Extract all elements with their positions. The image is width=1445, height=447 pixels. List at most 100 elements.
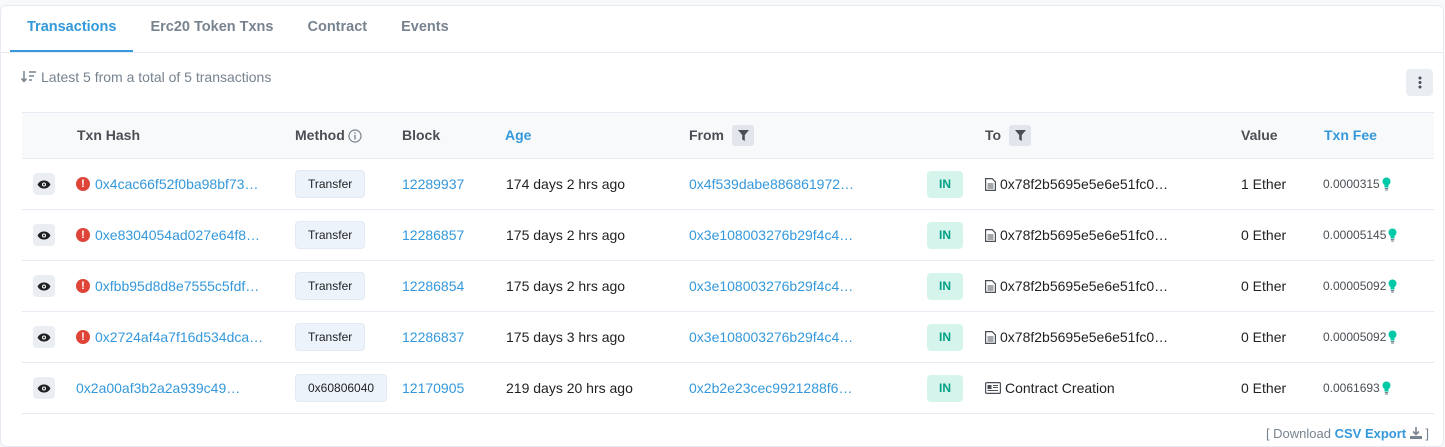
txn-hash-link[interactable]: 0x2724af4a7f16d534dca…: [95, 329, 263, 345]
value-text: 0 Ether: [1241, 329, 1287, 345]
method-badge: Transfer: [295, 221, 366, 249]
document-icon: [985, 279, 996, 293]
csv-export-label: CSV Export: [1334, 426, 1407, 441]
txn-fee-text: 0.00005092: [1323, 330, 1387, 344]
txn-fee-text: 0.00005145: [1323, 228, 1387, 242]
transactions-card: Transactions Erc20 Token Txns Contract E…: [0, 5, 1444, 447]
from-address-link[interactable]: 0x3e108003276b29f4c4…: [689, 227, 853, 243]
txn-fee-text: 0.0061693: [1323, 381, 1380, 395]
eye-icon: [37, 231, 51, 239]
download-footer: [ Download CSV Export ]: [1266, 426, 1429, 441]
age-text: 175 days 3 hrs ago: [506, 329, 626, 345]
table-header: Txn Hash Method Block Age From To Value …: [22, 112, 1434, 159]
eye-icon: [37, 282, 51, 290]
tab-erc20-token-txns[interactable]: Erc20 Token Txns: [133, 6, 290, 52]
document-icon: [985, 177, 996, 191]
from-address-link[interactable]: 0x3e108003276b29f4c4…: [689, 278, 853, 294]
to-address: 0x78f2b5695e5e6e51fc0…: [1000, 278, 1169, 294]
document-icon: [985, 228, 996, 242]
txn-hash-link[interactable]: 0xfbb95d8d8e7555c5fdf…: [95, 278, 259, 294]
txn-hash-link[interactable]: 0xe8304054ad027e64f8…: [95, 227, 260, 243]
col-block: Block: [402, 127, 441, 143]
view-details-button[interactable]: [33, 326, 55, 348]
gas-bulb-icon[interactable]: [1388, 330, 1397, 344]
method-badge: 0x60806040: [295, 374, 388, 402]
method-badge: Transfer: [295, 170, 366, 198]
direction-badge: IN: [927, 272, 963, 300]
gas-bulb-icon[interactable]: [1382, 177, 1391, 191]
view-details-button[interactable]: [33, 275, 55, 297]
col-from-label: From: [689, 127, 724, 143]
from-address-link[interactable]: 0x2b2e23cec9921288f6…: [689, 380, 852, 396]
error-icon: !: [76, 279, 90, 293]
col-to: To: [985, 113, 1032, 158]
block-link[interactable]: 12286857: [402, 227, 464, 243]
error-icon: !: [76, 228, 90, 242]
table-row: ! 0xe8304054ad027e64f8… Transfer 12286857 17…: [22, 210, 1434, 261]
value-text: 0 Ether: [1241, 380, 1287, 396]
col-method: Method: [295, 113, 362, 158]
eye-icon: [37, 333, 51, 341]
csv-export-link[interactable]: CSV Export: [1335, 426, 1426, 441]
error-icon: !: [76, 177, 90, 191]
from-filter-button[interactable]: [732, 125, 754, 146]
txn-hash-link[interactable]: 0x2a00af3b2a2a939c49…: [76, 380, 240, 396]
error-icon: !: [76, 330, 90, 344]
age-text: 175 days 2 hrs ago: [506, 227, 626, 243]
method-badge: Transfer: [295, 323, 366, 351]
from-address-link[interactable]: 0x4f539dabe886861972…: [689, 176, 854, 192]
direction-badge: IN: [927, 323, 963, 351]
col-value: Value: [1241, 127, 1278, 143]
col-age[interactable]: Age: [505, 113, 531, 158]
info-icon[interactable]: [348, 128, 362, 143]
age-text: 175 days 2 hrs ago: [506, 278, 626, 294]
block-link[interactable]: 12286837: [402, 329, 464, 345]
value-text: 0 Ether: [1241, 227, 1287, 243]
value-text: 1 Ether: [1241, 176, 1287, 192]
eye-icon: [37, 180, 51, 188]
col-txn-hash: Txn Hash: [77, 127, 141, 143]
document-icon: [985, 330, 996, 344]
transactions-summary: Latest 5 from a total of 5 transactions: [21, 69, 271, 85]
filter-icon: [1014, 130, 1026, 141]
col-txn-fee[interactable]: Txn Fee: [1324, 113, 1377, 158]
gas-bulb-icon[interactable]: [1388, 279, 1397, 293]
tab-transactions[interactable]: Transactions: [10, 6, 134, 52]
filter-icon: [737, 130, 749, 141]
download-suffix: ]: [1425, 426, 1429, 441]
sort-descending-icon: [21, 71, 36, 83]
to-filter-button[interactable]: [1009, 125, 1032, 146]
transactions-table: Txn Hash Method Block Age From To Value …: [22, 112, 1434, 414]
col-to-label: To: [985, 127, 1002, 143]
tab-divider: [1, 52, 1443, 53]
txn-fee-text: 0.00005092: [1323, 279, 1387, 293]
download-prefix: [ Download: [1265, 426, 1331, 441]
block-link[interactable]: 12286854: [402, 278, 464, 294]
table-row: 0x2a00af3b2a2a939c49… 0x60806040 12170905 2…: [22, 363, 1434, 414]
table-row: ! 0x2724af4a7f16d534dca… Transfer 12286837 1…: [22, 312, 1434, 363]
gas-bulb-icon[interactable]: [1388, 228, 1397, 242]
table-row: ! 0x4cac66f52f0ba98bf73… Transfer 12289937 1…: [22, 159, 1434, 210]
summary-text: Latest 5 from a total of 5 transactions: [41, 69, 272, 85]
view-details-button[interactable]: [33, 173, 55, 195]
from-address-link[interactable]: 0x3e108003276b29f4c4…: [689, 329, 853, 345]
gas-bulb-icon[interactable]: [1382, 381, 1391, 395]
age-text: 219 days 20 hrs ago: [506, 380, 633, 396]
download-icon: [1409, 427, 1422, 439]
table-body: ! 0x4cac66f52f0ba98bf73… Transfer 12289937 1…: [22, 159, 1434, 414]
direction-badge: IN: [927, 170, 963, 198]
tab-contract[interactable]: Contract: [290, 6, 384, 52]
tab-events[interactable]: Events: [384, 6, 466, 52]
txn-hash-link[interactable]: 0x4cac66f52f0ba98bf73…: [95, 176, 258, 192]
to-address: 0x78f2b5695e5e6e51fc0…: [1000, 329, 1169, 345]
table-row: ! 0xfbb95d8d8e7555c5fdf… Transfer 12286854 1…: [22, 261, 1434, 312]
method-badge: Transfer: [295, 272, 366, 300]
block-link[interactable]: 12289937: [402, 176, 464, 192]
direction-badge: IN: [927, 221, 963, 249]
age-text: 174 days 2 hrs ago: [506, 176, 626, 192]
more-options-button[interactable]: [1406, 69, 1433, 96]
contract-creation-icon: [985, 382, 1001, 394]
view-details-button[interactable]: [33, 377, 55, 399]
view-details-button[interactable]: [33, 224, 55, 246]
block-link[interactable]: 12170905: [402, 380, 464, 396]
